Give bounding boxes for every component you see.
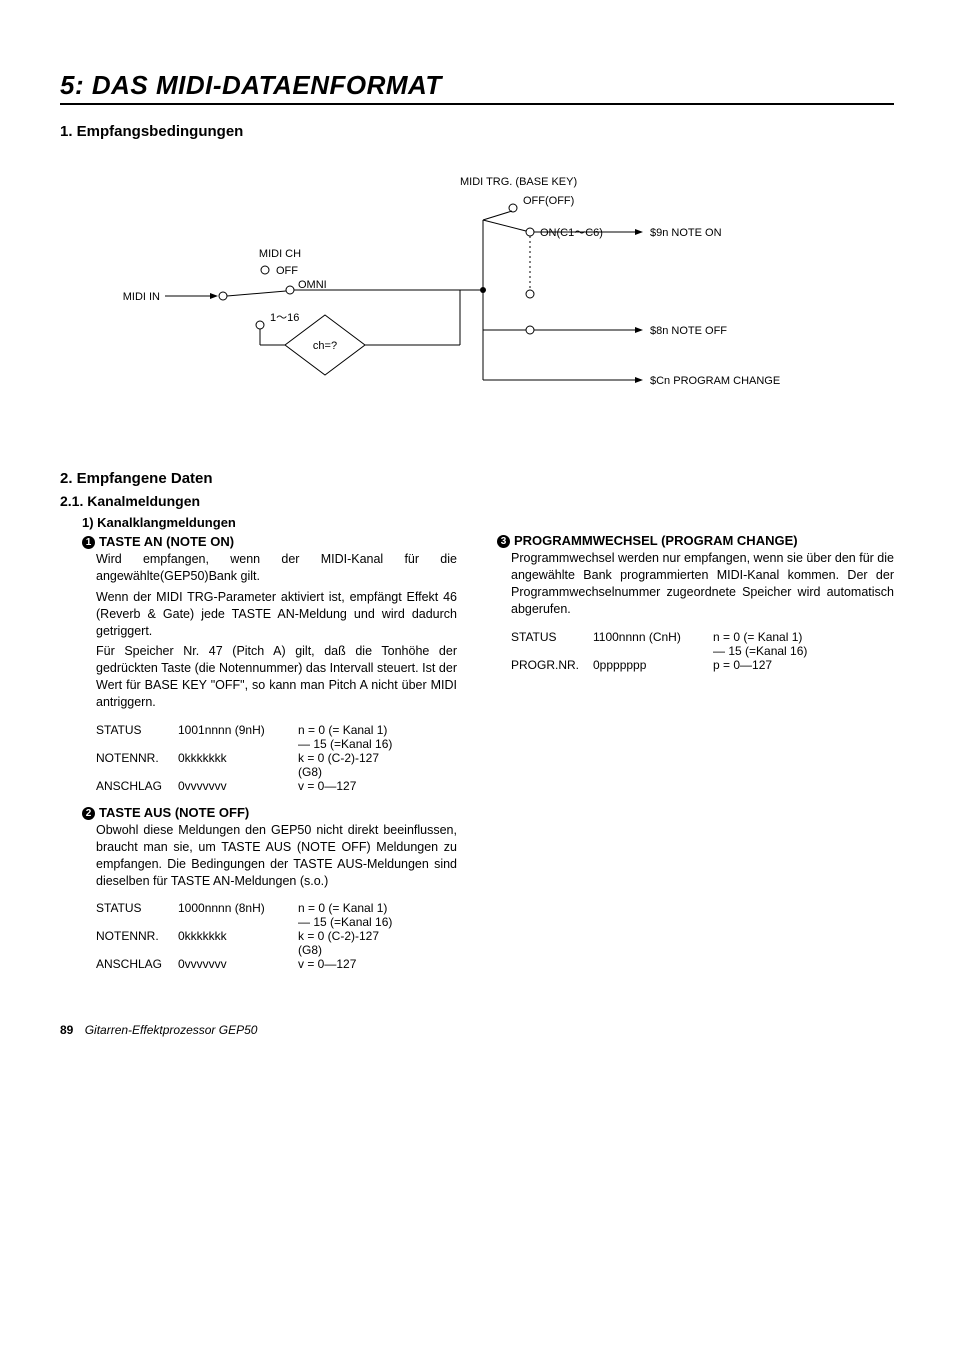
note-off-data: STATUS 1000nnnn (8nH) n = 0 (= Kanal 1) … — [96, 901, 457, 971]
program-change-title: PROGRAMMWECHSEL (PROGRAM CHANGE) — [514, 533, 798, 548]
label-ch-range: 1～16 — [270, 312, 299, 324]
note-on-data: STATUS 1001nnnn (9nH) n = 0 (= Kanal 1) … — [96, 723, 457, 793]
label-off: OFF — [276, 265, 298, 277]
label-midi-ch: MIDI CH — [259, 248, 301, 260]
bullet-2-icon: 2 — [82, 807, 95, 820]
noteoff-status-desc2: — 15 (=Kanal 16) — [298, 915, 457, 929]
noteon-status-bytes: 1001nnnn (9nH) — [178, 723, 298, 737]
noteoff-note-label: NOTENNR. — [96, 929, 178, 943]
bullet-1-icon: 1 — [82, 536, 95, 549]
pc-prog-label: PROGR.NR. — [511, 658, 593, 672]
label-on-range: ON(C1～C6) — [540, 227, 603, 239]
label-ch-check: ch=? — [313, 340, 337, 352]
noteoff-vel-label: ANSCHLAG — [96, 957, 178, 971]
label-midi-in: MIDI IN — [123, 291, 160, 303]
note-off-para-1: Obwohl diese Meldungen den GEP50 nicht d… — [96, 822, 457, 890]
section-1-heading: 1. Empfangsbedingungen — [60, 123, 894, 140]
program-change-para-1: Programmwechsel werden nur empfangen, we… — [511, 550, 894, 618]
page-title: 5: DAS MIDI-DATAENFORMAT — [60, 70, 894, 105]
noteon-vel-bytes: 0vvvvvvv — [178, 779, 298, 793]
receive-conditions-diagram: MIDI IN MIDI CH OFF OMNI 1～16 ch=? MIDI … — [60, 170, 894, 430]
noteon-vel-label: ANSCHLAG — [96, 779, 178, 793]
page-number: 89 — [60, 1023, 73, 1037]
pc-status-label: STATUS — [511, 630, 593, 644]
noteoff-status-label: STATUS — [96, 901, 178, 915]
noteon-note-label: NOTENNR. — [96, 751, 178, 765]
noteon-status-desc1: n = 0 (= Kanal 1) — [298, 723, 457, 737]
page-footer: 89 Gitarren-Effektprozessor GEP50 — [60, 1023, 894, 1037]
noteoff-vel-desc: v = 0—127 — [298, 957, 457, 971]
noteon-vel-desc: v = 0—127 — [298, 779, 457, 793]
pc-status-bytes: 1100nnnn (CnH) — [593, 630, 713, 644]
noteoff-note-bytes: 0kkkkkkk — [178, 929, 298, 943]
noteon-status-label: STATUS — [96, 723, 178, 737]
noteoff-status-bytes: 1000nnnn (8nH) — [178, 901, 298, 915]
noteoff-note-desc1: k = 0 (C-2)-127 — [298, 929, 457, 943]
note-on-title: TASTE AN (NOTE ON) — [99, 534, 234, 549]
label-program-change: $Cn PROGRAM CHANGE — [650, 375, 780, 387]
program-change-heading: 3 PROGRAMMWECHSEL (PROGRAM CHANGE) — [497, 533, 894, 548]
label-midi-trg: MIDI TRG. (BASE KEY) — [460, 176, 577, 188]
note-on-para-2: Wenn der MIDI TRG-Parameter aktiviert is… — [96, 589, 457, 640]
bullet-3-icon: 3 — [497, 535, 510, 548]
noteon-note-desc1: k = 0 (C-2)-127 — [298, 751, 457, 765]
footer-title: Gitarren-Effektprozessor GEP50 — [85, 1023, 258, 1037]
note-on-para-3: Für Speicher Nr. 47 (Pitch A) gilt, daß … — [96, 643, 457, 711]
label-note-on: $9n NOTE ON — [650, 227, 722, 239]
pc-status-desc2: — 15 (=Kanal 16) — [713, 644, 894, 658]
note-on-heading: 1 TASTE AN (NOTE ON) — [82, 534, 457, 549]
label-off-off: OFF(OFF) — [523, 195, 574, 207]
noteon-status-desc2: — 15 (=Kanal 16) — [298, 737, 457, 751]
noteon-note-desc2: (G8) — [298, 765, 457, 779]
program-change-data: STATUS 1100nnnn (CnH) n = 0 (= Kanal 1) … — [511, 630, 894, 672]
label-omni: OMNI — [298, 279, 327, 291]
pc-status-desc1: n = 0 (= Kanal 1) — [713, 630, 894, 644]
pc-prog-bytes: 0ppppppp — [593, 658, 713, 672]
label-note-off: $8n NOTE OFF — [650, 325, 727, 337]
subsection-1-heading: 1) Kanalklangmeldungen — [82, 515, 457, 530]
pc-prog-desc: p = 0—127 — [713, 658, 894, 672]
noteoff-vel-bytes: 0vvvvvvv — [178, 957, 298, 971]
noteoff-status-desc1: n = 0 (= Kanal 1) — [298, 901, 457, 915]
section-2-heading: 2. Empfangene Daten — [60, 470, 894, 487]
note-on-para-1: Wird empfangen, wenn der MIDI-Kanal für … — [96, 551, 457, 585]
noteoff-note-desc2: (G8) — [298, 943, 457, 957]
section-2-1-heading: 2.1. Kanalmeldungen — [60, 493, 894, 509]
note-off-title: TASTE AUS (NOTE OFF) — [99, 805, 249, 820]
note-off-heading: 2 TASTE AUS (NOTE OFF) — [82, 805, 457, 820]
noteon-note-bytes: 0kkkkkkk — [178, 751, 298, 765]
